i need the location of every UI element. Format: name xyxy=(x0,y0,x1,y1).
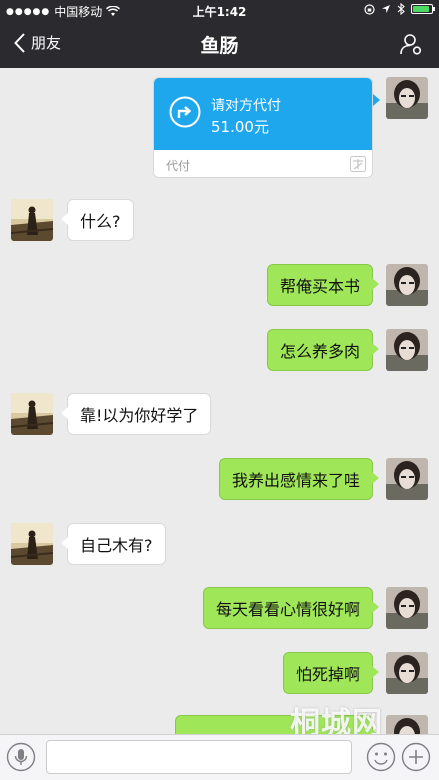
message-bubble[interactable]: 帮俺买本书 xyxy=(266,264,380,306)
avatar-friend-image xyxy=(11,199,53,241)
profile-icon xyxy=(400,34,422,55)
input-bar xyxy=(0,734,439,780)
avatar-me[interactable] xyxy=(386,329,428,371)
nav-bar: 朋友 鱼肠 xyxy=(0,20,439,68)
message-bubble[interactable]: 每天看看心情很好啊 xyxy=(202,587,380,629)
more-button[interactable] xyxy=(401,742,431,776)
message-bubble[interactable]: 自己木有? xyxy=(61,523,166,565)
message-input[interactable] xyxy=(46,740,352,774)
chat-info-button[interactable] xyxy=(399,32,423,60)
avatar-friend[interactable] xyxy=(11,523,53,565)
chat-title: 鱼肠 xyxy=(200,35,239,57)
avatar-me[interactable] xyxy=(386,264,428,306)
transfer-icon xyxy=(169,96,201,128)
emoji-button[interactable] xyxy=(366,742,396,776)
message-bubble[interactable]: 靠!以为你好学了 xyxy=(60,393,212,435)
status-right xyxy=(364,3,435,15)
avatar-me-image xyxy=(386,652,428,694)
payment-amount: 51.00元 xyxy=(211,118,269,136)
payment-label: 代付 xyxy=(166,159,191,173)
avatar-me[interactable] xyxy=(386,715,428,734)
location-icon xyxy=(382,5,390,13)
avatar-me-image xyxy=(386,329,428,371)
message-text: 每天看看心情很好啊 xyxy=(215,600,360,619)
payment-logo-icon xyxy=(350,156,366,172)
battery-icon xyxy=(411,4,435,14)
avatar-me[interactable] xyxy=(386,587,428,629)
avatar-friend-image xyxy=(11,393,53,435)
message-bubble[interactable]: 怕死掉啊 xyxy=(282,652,380,694)
message-text: 什么? xyxy=(80,212,121,231)
avatar-me-image xyxy=(386,587,428,629)
avatar-me[interactable] xyxy=(386,458,428,500)
avatar-me-image xyxy=(386,264,428,306)
payment-request-card[interactable]: 请对方代付 51.00元 代付 xyxy=(153,77,373,178)
payment-card-tail xyxy=(373,94,380,106)
lock-rotation-icon xyxy=(364,3,375,15)
message-bubble[interactable]: 怎么养多肉 xyxy=(266,329,380,371)
message-bubble[interactable]: 什么? xyxy=(61,199,134,241)
chat-message-list[interactable]: 请对方代付 51.00元 代付 什么? 帮俺买本书 怎么养多肉 靠!以为你好学了… xyxy=(0,68,439,734)
avatar-friend[interactable] xyxy=(11,393,53,435)
avatar-me-image xyxy=(386,458,428,500)
status-bar: ●●●●● 中国移动 上午1:42 xyxy=(0,0,439,20)
avatar-me[interactable] xyxy=(386,77,428,119)
emoji-icon xyxy=(366,742,396,772)
message-text: 我养出感情来了哇 xyxy=(231,471,360,490)
avatar-me-image xyxy=(386,77,428,119)
message-text: 怕死掉啊 xyxy=(295,665,360,684)
avatar-friend[interactable] xyxy=(11,199,53,241)
avatar-me[interactable] xyxy=(386,652,428,694)
avatar-friend-image xyxy=(11,523,53,565)
message-text: 靠!以为你好学了 xyxy=(80,406,199,425)
payment-card-footer: 代付 xyxy=(154,150,372,177)
bluetooth-icon xyxy=(397,3,405,15)
voice-button[interactable] xyxy=(6,742,36,776)
payment-card-header: 请对方代付 51.00元 xyxy=(154,78,372,150)
payment-title: 请对方代付 xyxy=(211,98,281,114)
plus-icon xyxy=(401,742,431,772)
avatar-me-image xyxy=(386,715,428,734)
message-text: 自己木有? xyxy=(80,536,153,555)
voice-icon xyxy=(6,742,36,772)
message-text: 帮俺买本书 xyxy=(279,277,360,296)
message-bubble[interactable]: 我养出感情来了哇 xyxy=(218,458,380,500)
message-text: 怎么养多肉 xyxy=(279,342,360,361)
